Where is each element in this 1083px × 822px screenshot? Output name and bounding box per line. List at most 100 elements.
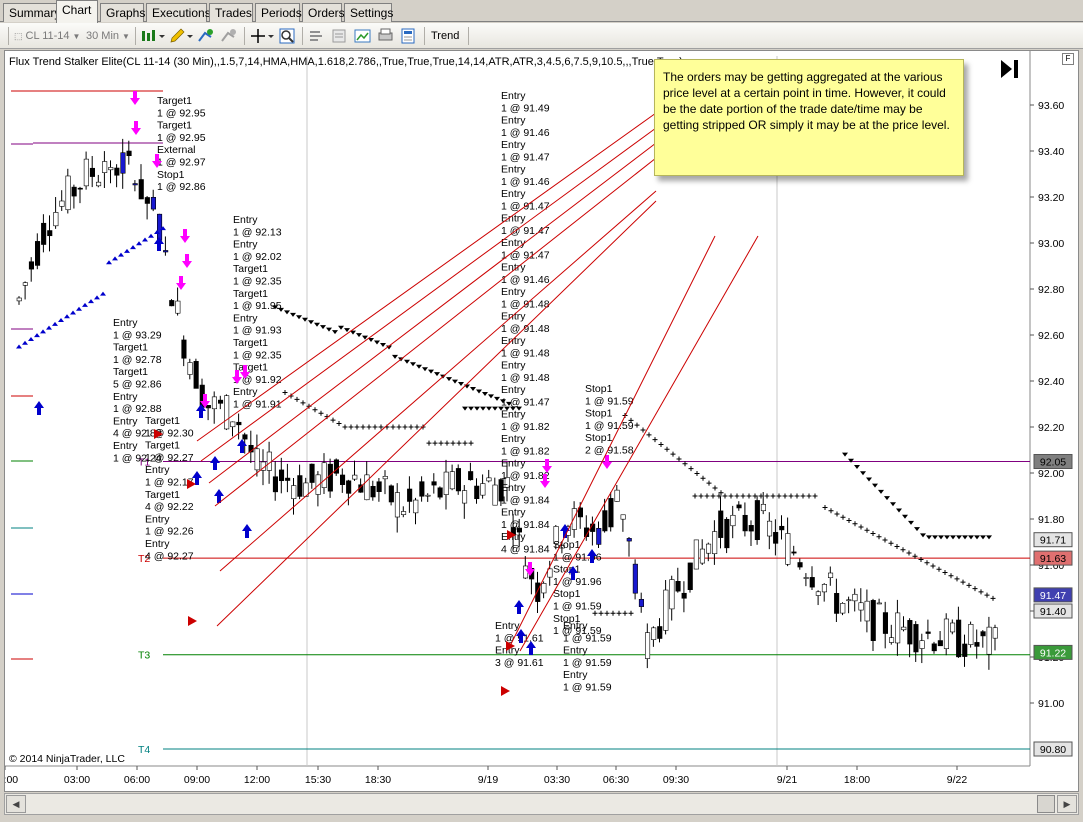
tab-orders[interactable]: Orders [302,3,345,22]
print-button[interactable] [377,26,395,46]
tab-trades[interactable]: Trades [209,3,253,22]
candle-body [28,261,35,270]
trade-annotation: Target1 [157,120,192,132]
trailing-stop-cross [646,432,652,438]
trade-annotation: Entry [501,458,526,470]
properties-button[interactable] [331,26,349,46]
trend-button[interactable]: Trend [431,26,459,46]
scroll-left-button[interactable]: ◀ [6,795,26,813]
trade-annotation: 1 @ 91.59 [563,657,612,669]
scroll-right-button[interactable]: ▶ [1057,795,1077,813]
trade-annotation: Entry [563,669,588,681]
trade-annotation: Entry [501,409,526,421]
trend-down-marker [380,343,386,348]
tab-executions[interactable]: Executions [146,3,211,22]
indicator-add-button[interactable] [197,26,215,46]
zoom-button[interactable] [279,26,297,46]
candle-body [779,525,785,531]
candle-body [956,619,962,658]
candle-body [431,481,437,486]
instrument-selector[interactable]: ⬚ CL 11-14 ▼ [14,26,80,46]
trade-annotation: Stop1 [585,432,613,444]
candle-body [730,514,736,527]
trailing-stop-cross [628,610,634,616]
interval-selector[interactable]: 30 Min ▼ [86,26,130,46]
candle-body [486,477,492,482]
data-series-button[interactable] [308,26,326,46]
candle-body [309,463,315,483]
trade-annotation: 4 @ 91.84 [501,543,550,555]
trend-down-marker [458,382,464,387]
candle-body [535,582,541,602]
candle-body [718,510,724,538]
indicator-label: Flux Trend Stalker Elite(CL 11-14 (30 Mi… [9,56,683,68]
candle-body [272,476,279,493]
chart-image-button[interactable] [354,26,372,46]
y-tick-label: 93.00 [1038,238,1064,250]
trailing-stop-cross [990,595,996,601]
trade-annotation: 1 @ 92.35 [233,349,282,361]
trailing-stop-cross [706,480,712,486]
trade-annotation: 1 @ 91.48 [501,372,550,384]
tab-graphs[interactable]: Graphs [100,3,145,22]
tab-settings[interactable]: Settings [344,3,393,22]
trend-down-marker [482,391,488,396]
trailing-stop-cross [966,582,972,588]
trade-annotation: 5 @ 92.86 [113,379,162,391]
horizontal-scrollbar[interactable]: ◀ ▶ [4,793,1079,815]
trade-annotation: 1 @ 91.82 [501,421,550,433]
trade-annotation: 1 @ 92.78 [113,354,162,366]
trailing-stop-cross [746,493,752,499]
tab-chart[interactable]: Chart [56,0,98,23]
drawing-tool-button[interactable] [168,26,194,46]
candle-body [797,562,803,568]
x-tick-label: 03:00 [64,774,90,786]
candle-body [376,481,382,492]
trade-annotation: Entry [113,440,138,452]
candle-body [71,186,77,197]
trade-annotation: 1 @ 91.84 [501,494,550,506]
candle-body [492,484,498,506]
candle-body [449,471,455,490]
trade-annotation: Entry [563,620,588,632]
trailing-stop-cross [894,543,900,549]
arrow-right-icon: ▶ [1063,798,1071,809]
copyright-text: © 2014 NinjaTrader, LLC [9,753,125,765]
sell-arrow-marker [180,229,190,243]
trend-down-marker [296,315,302,320]
trailing-stop-cross [688,466,694,472]
candle-body [266,451,272,471]
trailing-stop-cross [432,440,438,446]
indicator-icon [198,29,213,42]
tab-summary[interactable]: Summary [3,3,60,22]
trend-down-marker [920,533,926,538]
crosshair-button[interactable] [250,26,276,46]
trailing-stop-cross [812,493,818,499]
trailing-stop-cross [336,421,342,427]
trend-down-marker [284,310,290,315]
tab-periods[interactable]: Periods [255,3,302,22]
buy-arrow-marker [237,439,247,453]
f-button[interactable]: F [1062,53,1074,65]
scrollbar-thumb[interactable] [1037,795,1055,813]
trend-down-marker [956,535,962,540]
candle-body [687,562,693,590]
trend-down-marker [452,379,458,384]
trailing-stop-cross [402,424,408,430]
trade-annotation: Entry [501,139,526,151]
candle-body [766,520,773,537]
candle-style-icon [142,30,165,41]
trade-annotation: 4 @ 92.27 [145,550,194,562]
strategy-button[interactable] [220,26,238,46]
trailing-stop-cross [396,424,402,430]
candle-body [864,600,870,622]
candle-body [632,563,638,594]
data-box-button[interactable] [400,26,418,46]
trend-down-marker [434,372,440,377]
scroll-to-end-button[interactable] [999,59,1021,79]
chart-style-button[interactable] [140,26,166,46]
x-tick-label: 09:00 [184,774,210,786]
trade-annotation: Entry [563,645,588,657]
trailing-stop-cross [694,470,700,476]
candle-body [443,471,449,495]
